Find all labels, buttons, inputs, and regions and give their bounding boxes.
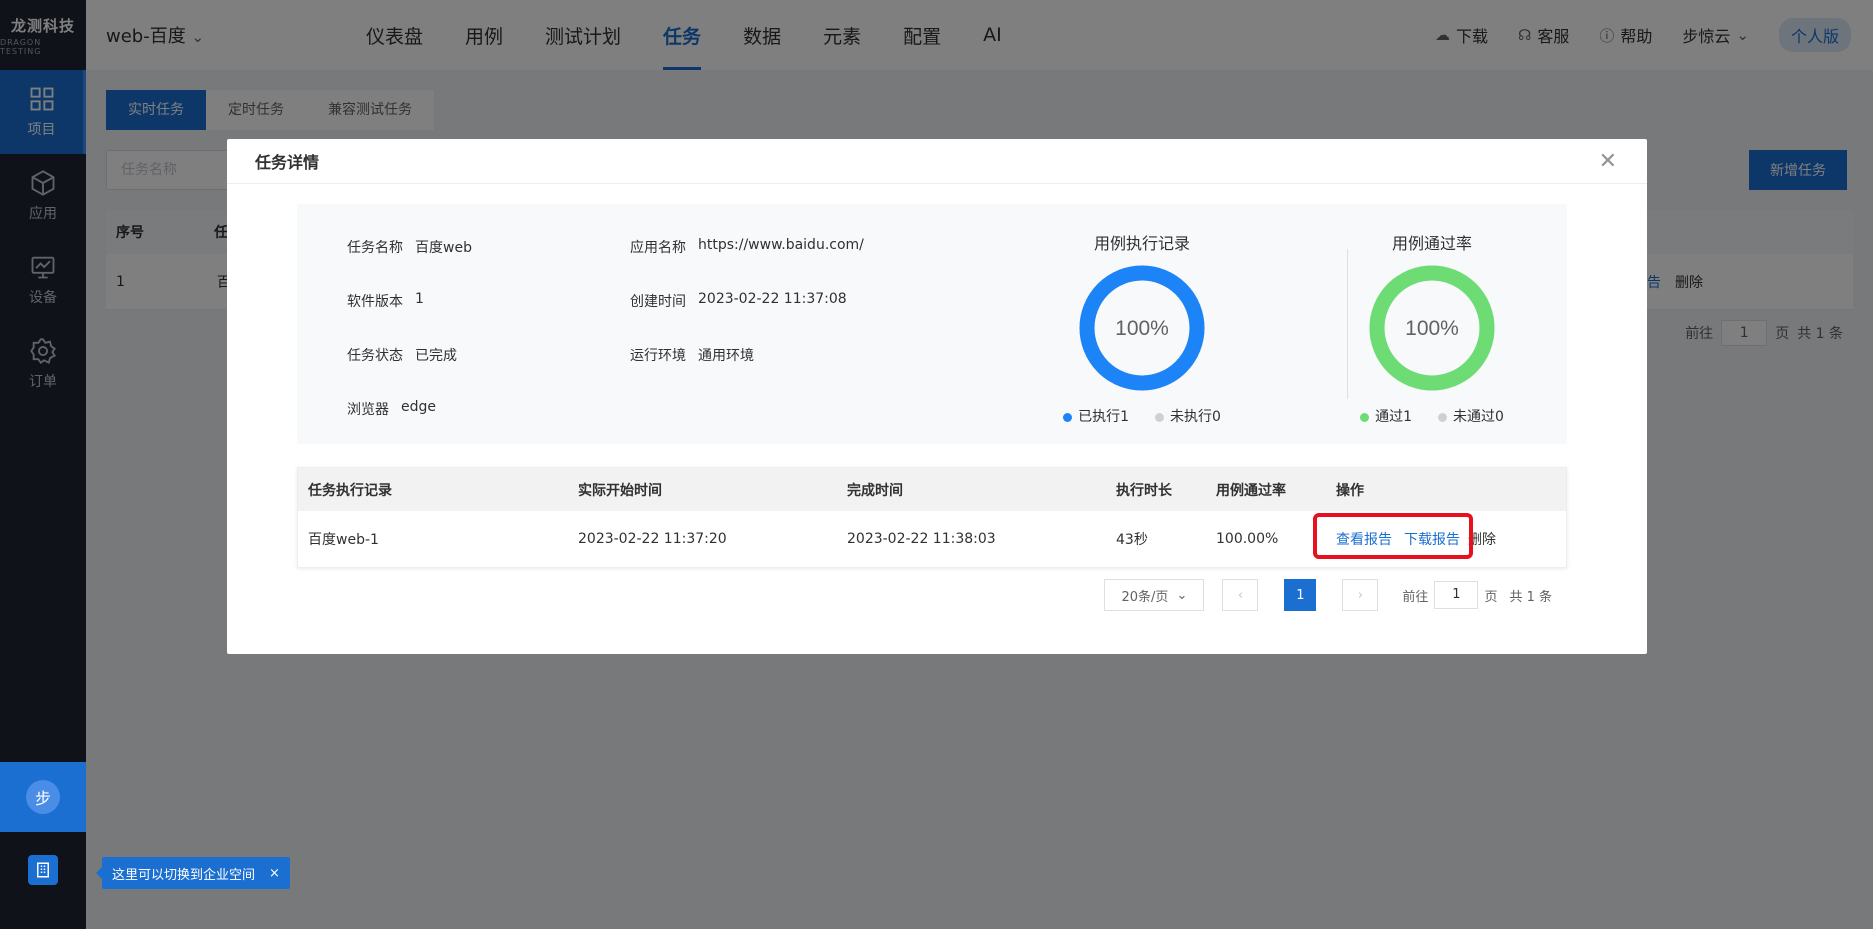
goto-page: 前往 1 页: [1402, 581, 1497, 609]
enterprise-switch[interactable]: [0, 838, 86, 902]
exec-donut: 100%: [1079, 265, 1205, 391]
info-app: 应用名称 https://www.baidu.com/: [630, 237, 864, 257]
next-page-button[interactable]: ›: [1342, 579, 1379, 611]
chart-title: 用例执行记录: [1093, 234, 1190, 253]
col-duration: 执行时长: [1116, 482, 1172, 499]
legend-dot: [1155, 412, 1164, 422]
info-label: 任务状态: [347, 348, 403, 364]
exec-record-chart: 用例执行记录 100% 已执行1 未执行0: [1037, 230, 1247, 426]
info-value: 1: [415, 291, 424, 307]
cell-end: 2023-02-22 11:38:03: [847, 531, 996, 547]
legend-item: 未通过0: [1438, 406, 1504, 426]
building-icon[interactable]: [28, 855, 58, 885]
info-label: 浏览器: [347, 402, 389, 418]
legend-label: 未通过0: [1453, 409, 1504, 425]
modal-header: 任务详情 ✕: [227, 139, 1647, 184]
info-version: 软件版本 1: [347, 291, 424, 311]
cell-actions: 查看报告 下载报告 删除: [1313, 513, 1566, 559]
legend-dot: [1063, 412, 1073, 422]
table-row: 百度web-1 2023-02-22 11:37:20 2023-02-22 1…: [298, 511, 1566, 567]
user-avatar-area[interactable]: 步: [0, 762, 86, 832]
info-value: 通用环境: [698, 348, 754, 364]
tooltip-text: 这里可以切换到企业空间: [112, 867, 256, 883]
col-pass-rate: 用例通过率: [1216, 482, 1286, 499]
info-label: 应用名称: [630, 240, 686, 256]
modal-pagination: 20条/页 ⌄ ‹ 1 › 前往 1 页 共 1 条: [1104, 579, 1552, 611]
info-label: 任务名称: [347, 240, 403, 256]
info-env: 运行环境 通用环境: [630, 345, 754, 365]
cell-pass-rate: 100.00%: [1216, 531, 1279, 547]
col-actions: 操作: [1336, 482, 1364, 499]
legend-label: 未执行0: [1170, 409, 1221, 425]
legend-dot: [1360, 412, 1370, 422]
col-record: 任务执行记录: [308, 482, 392, 499]
legend-label: 通过1: [1375, 409, 1412, 425]
enterprise-tooltip: 这里可以切换到企业空间 ×: [96, 857, 290, 889]
chevron-right-icon: ›: [1357, 587, 1364, 603]
goto-input[interactable]: 1: [1434, 581, 1479, 609]
legend-item: 通过1: [1360, 406, 1412, 426]
info-status: 任务状态 已完成: [347, 345, 457, 365]
execution-record-table: 任务执行记录 实际开始时间 完成时间 执行时长 用例通过率 操作 百度web-1…: [297, 467, 1567, 568]
legend-item: 已执行1: [1063, 406, 1129, 426]
col-end: 完成时间: [847, 482, 903, 499]
highlight-box: [1313, 513, 1473, 559]
chart-legend: 通过1 未通过0: [1327, 406, 1537, 426]
info-created: 创建时间 2023-02-22 11:37:08: [630, 291, 847, 311]
info-label: 创建时间: [630, 294, 686, 310]
avatar[interactable]: 步: [26, 780, 60, 814]
close-icon[interactable]: ✕: [1599, 149, 1617, 174]
chevron-down-icon: ⌄: [1176, 587, 1188, 603]
page-size-value: 20条/页: [1121, 589, 1169, 605]
page-size-select[interactable]: 20条/页 ⌄: [1104, 579, 1205, 611]
pass-rate-chart: 用例通过率 100% 通过1 未通过0: [1327, 230, 1537, 426]
info-value: edge: [401, 399, 436, 415]
legend-dot: [1438, 412, 1447, 422]
cell-start: 2023-02-22 11:37:20: [578, 531, 727, 547]
info-label: 软件版本: [347, 294, 403, 310]
prev-page-button[interactable]: ‹: [1222, 579, 1259, 611]
task-info-panel: 任务名称 百度web 软件版本 1 任务状态 已完成 浏览器 edge 应用名称 http…: [297, 204, 1567, 444]
page-unit: 页: [1484, 589, 1498, 605]
donut-center-text: 100%: [1115, 317, 1169, 340]
current-page[interactable]: 1: [1284, 579, 1317, 611]
table-header: 任务执行记录 实际开始时间 完成时间 执行时长 用例通过率 操作: [298, 468, 1566, 511]
legend-item: 未执行0: [1155, 406, 1221, 426]
info-task-name: 任务名称 百度web: [347, 237, 472, 257]
donut-center-text: 100%: [1405, 317, 1459, 340]
info-value: https://www.baidu.com/: [698, 237, 864, 253]
close-icon[interactable]: ×: [269, 866, 280, 881]
col-start: 实际开始时间: [578, 482, 662, 499]
total-count: 共 1 条: [1509, 589, 1552, 605]
cell-record: 百度web-1: [308, 532, 379, 548]
goto-label: 前往: [1402, 589, 1429, 605]
chart-title: 用例通过率: [1391, 234, 1472, 253]
info-value: 已完成: [415, 348, 457, 364]
pass-donut: 100%: [1369, 265, 1495, 391]
info-value: 百度web: [415, 240, 472, 256]
info-label: 运行环境: [630, 348, 686, 364]
legend-label: 已执行1: [1078, 409, 1129, 425]
modal-title: 任务详情: [255, 153, 320, 172]
chart-legend: 已执行1 未执行0: [1037, 406, 1247, 426]
chevron-left-icon: ‹: [1237, 587, 1244, 603]
info-browser: 浏览器 edge: [347, 399, 436, 419]
task-detail-modal: 任务详情 ✕ 任务名称 百度web 软件版本 1 任务状态 已完成 浏览器 edge 应…: [227, 139, 1647, 654]
info-value: 2023-02-22 11:37:08: [698, 291, 847, 307]
cell-duration: 43秒: [1116, 532, 1148, 548]
